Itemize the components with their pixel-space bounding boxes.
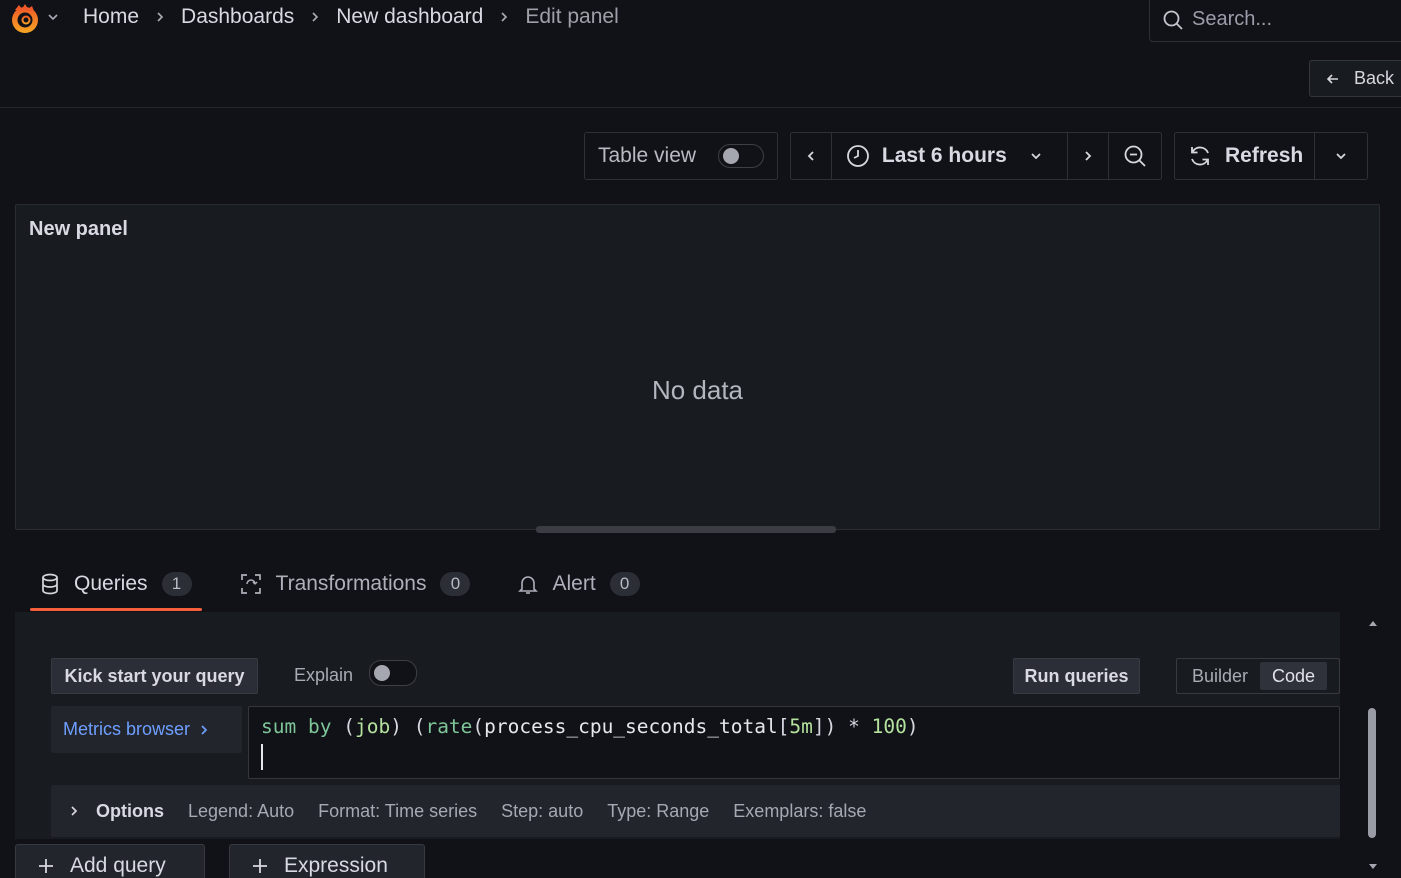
- time-range-label: Last 6 hours: [881, 144, 1007, 167]
- query-row-header: [15, 612, 1340, 629]
- tab-queries[interactable]: Queries 1: [30, 560, 202, 611]
- option-legend: Legend: Auto: [188, 800, 295, 821]
- refresh-label: Refresh: [1225, 144, 1304, 167]
- query-expression: sum by (job) (rate(process_cpu_seconds_t…: [261, 715, 919, 738]
- option-type: Type: Range: [607, 800, 710, 821]
- editor-tabs: Queries 1 Transformations 0 Alert 0: [0, 560, 1401, 612]
- chevron-right-icon: [201, 724, 208, 735]
- chevron-right-icon: [157, 12, 164, 22]
- query-editor-area: Kick start your query Explain Run querie…: [15, 612, 1365, 878]
- time-shift-forward-button[interactable]: [1068, 133, 1110, 179]
- zoom-out-icon: [1124, 145, 1146, 167]
- back-button[interactable]: Back: [1309, 60, 1401, 97]
- tab-alert-label: Alert: [552, 572, 596, 595]
- edit-panel-header: Back: [0, 42, 1401, 108]
- explain-label: Explain: [294, 665, 354, 685]
- text-cursor: [261, 744, 263, 770]
- chevron-down-icon[interactable]: [46, 10, 60, 24]
- pane-resize-handle[interactable]: [536, 526, 836, 533]
- refresh-picker: Refresh: [1174, 132, 1368, 180]
- chevron-down-icon: [1336, 153, 1346, 160]
- transform-icon: [240, 574, 261, 594]
- chevron-left-icon: [807, 151, 814, 161]
- breadcrumb-dashboards[interactable]: Dashboards: [181, 5, 294, 29]
- tab-queries-label: Queries: [74, 572, 148, 595]
- refresh-interval-dropdown[interactable]: [1315, 133, 1367, 179]
- editor-mode-toggle: Builder Code: [1176, 658, 1340, 694]
- panel-title: New panel: [29, 218, 128, 240]
- add-expression-label: Expression: [284, 854, 388, 877]
- scroll-down-arrow-icon: [1369, 864, 1377, 869]
- search-input[interactable]: [1192, 8, 1392, 31]
- panel-preview: New panel No data: [15, 204, 1380, 530]
- arrow-left-icon: [1326, 73, 1338, 84]
- database-icon: [42, 573, 58, 595]
- option-format: Format: Time series: [318, 800, 478, 821]
- no-data-message: No data: [651, 375, 744, 405]
- explain-switch[interactable]: [369, 660, 417, 686]
- plus-icon: [253, 859, 267, 873]
- query-code-editor[interactable]: sum by (job) (rate(process_cpu_seconds_t…: [248, 706, 1340, 779]
- chevron-right-icon: [71, 806, 78, 816]
- options-label: Options: [96, 800, 164, 821]
- chevron-right-icon: [501, 12, 508, 22]
- top-navbar: Home Dashboards New dashboard Edit panel: [0, 0, 1401, 42]
- query-options-row[interactable]: Options Legend: Auto Format: Time series…: [51, 785, 1340, 837]
- mode-builder-option[interactable]: Builder: [1180, 662, 1260, 690]
- add-expression-button[interactable]: Expression: [229, 844, 425, 878]
- breadcrumb-home[interactable]: Home: [83, 5, 139, 29]
- breadcrumb: Home Dashboards New dashboard Edit panel: [83, 5, 619, 29]
- option-step: Step: auto: [501, 800, 584, 821]
- search-box[interactable]: [1149, 0, 1401, 42]
- tab-transformations[interactable]: Transformations 0: [230, 560, 481, 608]
- zoom-out-button[interactable]: [1109, 133, 1161, 179]
- option-exemplars: Exemplars: false: [733, 800, 867, 821]
- time-range-button[interactable]: Last 6 hours: [832, 133, 1069, 179]
- add-query-button[interactable]: Add query: [15, 844, 205, 878]
- time-picker: Last 6 hours: [790, 132, 1162, 180]
- chevron-right-icon: [312, 12, 319, 22]
- bell-icon: [518, 576, 539, 594]
- tab-transformations-label: Transformations: [275, 572, 427, 595]
- time-shift-back-button[interactable]: [791, 133, 832, 179]
- breadcrumb-new-dashboard[interactable]: New dashboard: [336, 5, 483, 29]
- table-view-switch[interactable]: [718, 144, 764, 168]
- chevron-right-icon: [1085, 151, 1092, 161]
- metrics-browser-label: Metrics browser: [63, 719, 191, 739]
- breadcrumb-edit-panel: Edit panel: [525, 5, 619, 28]
- refresh-icon: [1191, 146, 1209, 166]
- table-view-label: Table view: [598, 144, 697, 167]
- search-icon: [1163, 10, 1183, 30]
- tab-queries-count: 1: [161, 572, 192, 596]
- query-row-body: Kick start your query Explain Run querie…: [15, 629, 1340, 839]
- table-view-toggle[interactable]: Table view: [584, 132, 778, 180]
- tab-alert[interactable]: Alert 0: [508, 560, 649, 608]
- metrics-browser-button[interactable]: Metrics browser: [51, 706, 242, 753]
- back-button-label: Back: [1354, 68, 1395, 88]
- mode-code-option[interactable]: Code: [1260, 662, 1328, 690]
- add-query-label: Add query: [70, 854, 166, 877]
- run-queries-button[interactable]: Run queries: [1013, 658, 1140, 694]
- grafana-logo-icon[interactable]: [7, 1, 43, 37]
- scroll-up-arrow-icon: [1369, 621, 1377, 626]
- plus-icon: [39, 859, 53, 873]
- query-scrollbar[interactable]: [1365, 612, 1381, 878]
- tab-transformations-count: 0: [440, 572, 471, 596]
- kick-start-button[interactable]: Kick start your query: [51, 658, 258, 694]
- tab-alert-count: 0: [609, 572, 640, 596]
- refresh-button[interactable]: Refresh: [1175, 133, 1315, 179]
- scrollbar-thumb[interactable]: [1368, 708, 1376, 838]
- clock-icon: [846, 145, 869, 167]
- chevron-down-icon: [1031, 153, 1041, 160]
